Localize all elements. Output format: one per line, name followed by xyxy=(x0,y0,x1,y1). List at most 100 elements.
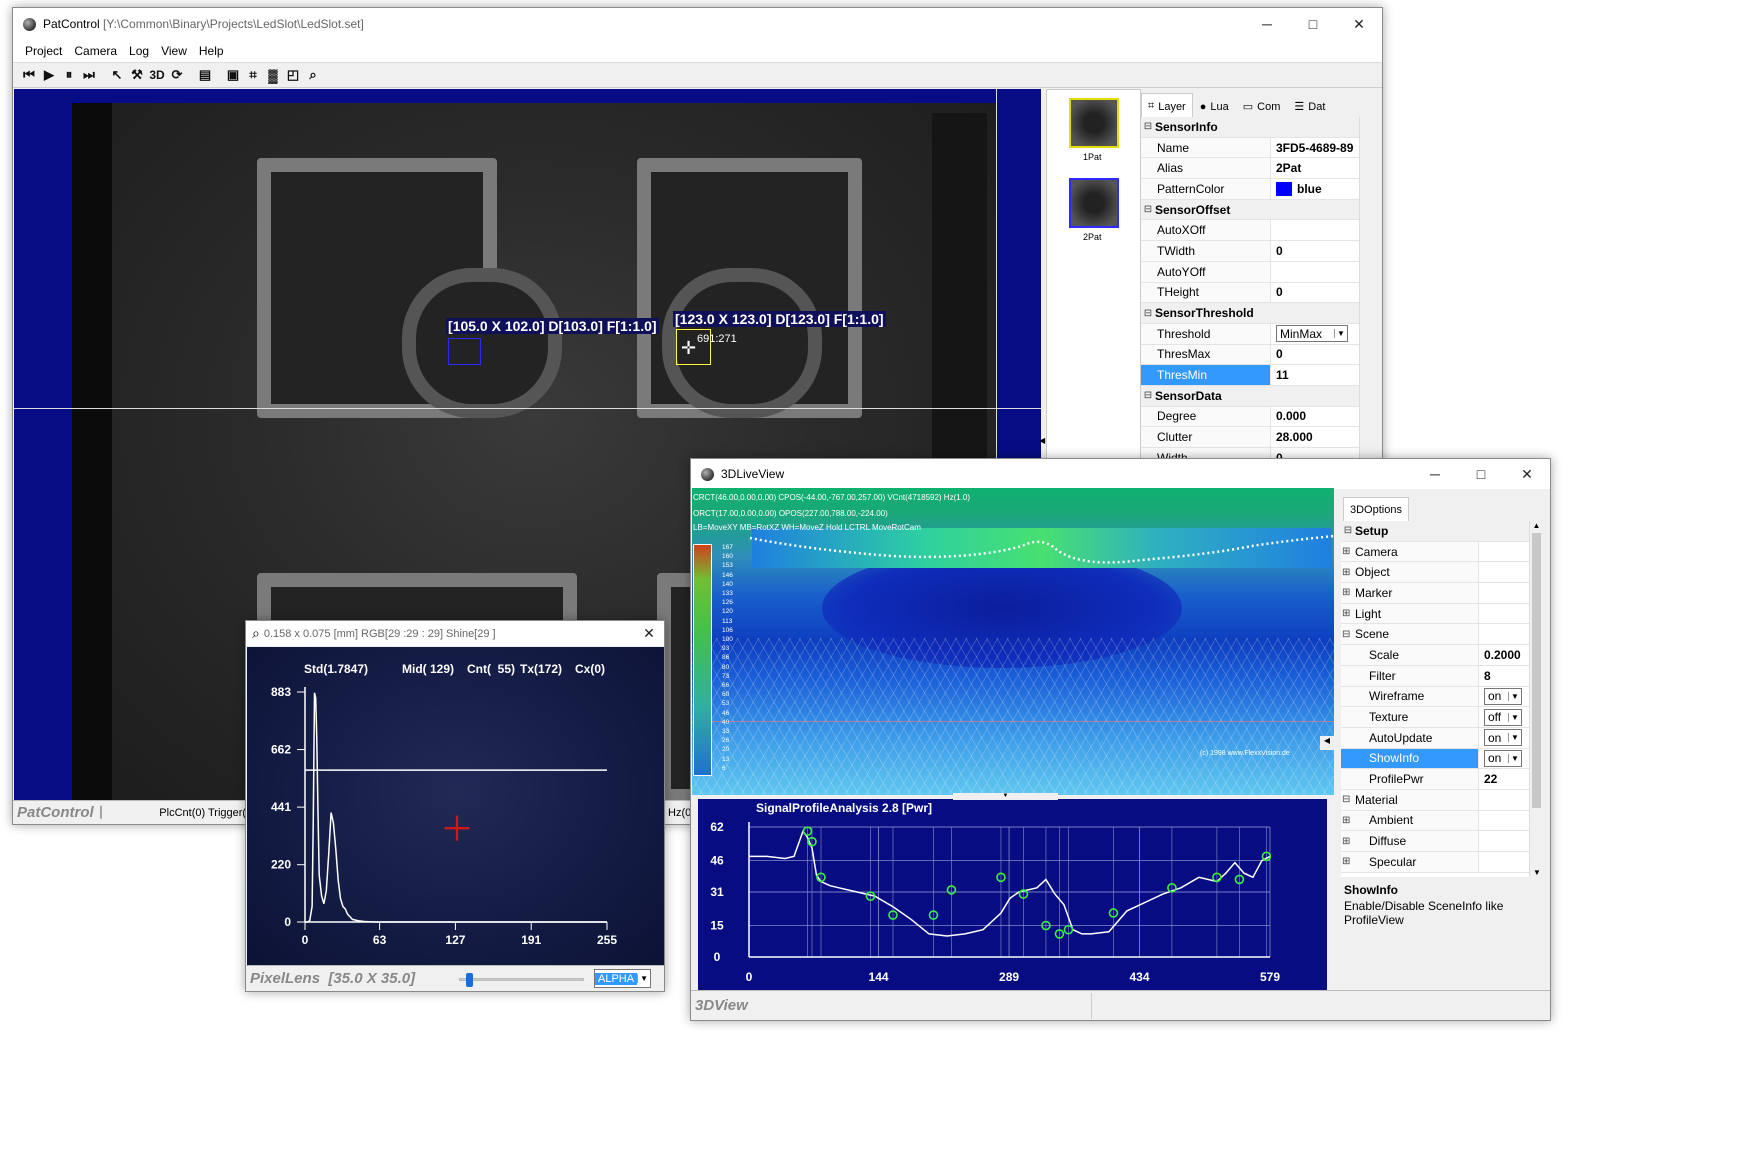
view-collapse-arrow-icon[interactable]: ◀ xyxy=(1320,736,1334,750)
property-row[interactable]: AutoXOff xyxy=(1141,220,1359,242)
play-icon[interactable]: ▶ xyxy=(39,65,59,85)
option-row[interactable]: ⊞ Diffuse xyxy=(1341,831,1529,852)
property-dropdown[interactable]: MinMax ▼ xyxy=(1276,325,1348,343)
option-value-cell[interactable] xyxy=(1479,790,1529,810)
expand-icon[interactable]: ⊞ xyxy=(1342,836,1350,847)
option-value-cell[interactable]: off ▼ xyxy=(1479,707,1529,727)
property-value-cell[interactable]: blue xyxy=(1271,179,1359,199)
option-row[interactable]: Filter 8 xyxy=(1341,665,1529,687)
zoom-slider-thumb[interactable] xyxy=(465,973,473,987)
film-icon[interactable]: ▤ xyxy=(195,65,215,85)
menu-view[interactable]: View xyxy=(155,44,193,58)
property-row[interactable]: AutoYOff xyxy=(1141,261,1359,283)
scroll-up-icon[interactable]: ▲ xyxy=(1530,521,1543,530)
property-category[interactable]: ⊟ SensorThreshold xyxy=(1141,303,1359,324)
option-row[interactable]: ⊞ Light xyxy=(1341,603,1529,625)
property-scrollbar[interactable] xyxy=(1359,117,1373,459)
property-row[interactable]: Threshold MinMax ▼ xyxy=(1141,323,1359,345)
scroll-thumb[interactable] xyxy=(1532,533,1541,808)
expand-icon[interactable]: ⊞ xyxy=(1342,567,1350,578)
option-value-cell[interactable]: 22 xyxy=(1479,769,1529,789)
select-tool-icon[interactable]: ↖ xyxy=(107,65,127,85)
wrench-icon[interactable]: ⚒ xyxy=(127,65,147,85)
property-value-cell[interactable]: 2Pat xyxy=(1271,158,1359,178)
blend-mode-select[interactable]: ALPHA ▼ xyxy=(594,969,652,988)
property-value-cell[interactable]: 0.000 xyxy=(1271,407,1359,427)
thumbnail-2pat[interactable] xyxy=(1069,178,1119,228)
expand-icon[interactable]: ⊞ xyxy=(1342,856,1350,867)
maximize-button[interactable]: □ xyxy=(1290,8,1336,40)
tab-dat[interactable]: ☰ Dat xyxy=(1287,93,1332,119)
menu-log[interactable]: Log xyxy=(123,44,155,58)
pixellens-close-button[interactable]: ✕ xyxy=(634,621,664,646)
expand-icon[interactable]: ⊞ xyxy=(1342,546,1350,557)
expand-icon[interactable]: ⊟ xyxy=(1342,629,1350,640)
option-dropdown[interactable]: on ▼ xyxy=(1484,687,1522,705)
menu-project[interactable]: Project xyxy=(19,44,68,58)
expand-icon[interactable]: ⊟ xyxy=(1342,794,1350,805)
option-row[interactable]: Texture off ▼ xyxy=(1341,707,1529,728)
collapse-icon[interactable]: ⊟ xyxy=(1141,390,1155,401)
expand-icon[interactable]: ⊞ xyxy=(1342,608,1350,619)
property-value-cell[interactable]: 11 xyxy=(1271,365,1359,385)
property-row[interactable]: ThresMax 0 xyxy=(1141,344,1359,366)
collapse-icon[interactable]: ⊟ xyxy=(1141,121,1155,132)
option-value-cell[interactable]: on ▼ xyxy=(1479,749,1529,769)
scroll-down-icon[interactable]: ▼ xyxy=(1530,868,1544,877)
property-value-cell[interactable]: 3FD5-4689-89 xyxy=(1271,138,1359,158)
expand-icon[interactable]: ⊞ xyxy=(1342,587,1350,598)
option-value-cell[interactable] xyxy=(1479,542,1529,562)
property-row[interactable]: TWidth 0 xyxy=(1141,241,1359,262)
option-value-cell[interactable] xyxy=(1479,562,1529,582)
option-value-cell[interactable]: 0.2000 xyxy=(1479,645,1529,665)
property-row[interactable]: PatternColor blue xyxy=(1141,179,1359,200)
crop-icon[interactable]: ⌗ xyxy=(243,65,263,85)
window-icon[interactable]: ◰ xyxy=(283,65,303,85)
property-value-cell[interactable]: 0 xyxy=(1271,241,1359,261)
pattern-box-1[interactable] xyxy=(448,338,481,365)
option-row[interactable]: ProfilePwr 22 xyxy=(1341,769,1529,790)
liveview-maximize-button[interactable]: □ xyxy=(1458,459,1504,489)
property-value-cell[interactable]: MinMax ▼ xyxy=(1271,324,1359,344)
property-category[interactable]: ⊟ SensorInfo xyxy=(1141,117,1359,138)
property-row[interactable]: ThresMin 11 xyxy=(1141,365,1359,386)
property-category[interactable]: ⊟ SensorData xyxy=(1141,385,1359,407)
close-button[interactable]: ✕ xyxy=(1336,8,1382,40)
magnifier-icon[interactable]: ⌕ xyxy=(303,65,323,85)
option-row[interactable]: ⊟ Material xyxy=(1341,789,1529,811)
option-value-cell[interactable]: on ▼ xyxy=(1479,687,1529,707)
option-value-cell[interactable] xyxy=(1479,624,1529,644)
splitter-handle-icon[interactable]: ▼ xyxy=(953,793,1058,800)
property-value-cell[interactable] xyxy=(1271,262,1359,282)
option-value-cell[interactable] xyxy=(1479,811,1529,831)
pixellens-titlebar[interactable]: ⌕ 0.158 x 0.075 [mm] RGB[29 :29 : 29] Sh… xyxy=(246,621,664,646)
option-value-cell[interactable] xyxy=(1479,831,1529,851)
option-value-cell[interactable] xyxy=(1479,604,1529,624)
option-row[interactable]: ⊞ Object xyxy=(1341,562,1529,584)
property-category[interactable]: ⊟ SensorOffset xyxy=(1141,199,1359,221)
3d-render-view[interactable]: CRCT(46.00,0.00,0.00) CPOS(-44.00,-767.0… xyxy=(692,488,1334,795)
tab-lua[interactable]: ● Lua xyxy=(1193,93,1236,119)
property-value-cell[interactable]: 0 xyxy=(1271,283,1359,303)
option-value-cell[interactable] xyxy=(1479,583,1529,603)
menu-help[interactable]: Help xyxy=(193,44,230,58)
option-row[interactable]: ⊞ Camera xyxy=(1341,541,1529,563)
option-row[interactable]: AutoUpdate on ▼ xyxy=(1341,727,1529,749)
option-value-cell[interactable]: 8 xyxy=(1479,666,1529,686)
option-row[interactable]: ⊞ Marker xyxy=(1341,583,1529,604)
tab-com[interactable]: ▭ Com xyxy=(1236,93,1288,119)
option-dropdown[interactable]: on ▼ xyxy=(1484,749,1522,767)
option-row[interactable]: ⊞ Specular xyxy=(1341,852,1529,873)
property-value-cell[interactable]: 0 xyxy=(1271,345,1359,365)
menu-camera[interactable]: Camera xyxy=(68,44,123,58)
minimize-button[interactable]: ─ xyxy=(1244,8,1290,40)
step-forward-icon[interactable]: ⏭ xyxy=(79,65,99,85)
property-value-cell[interactable]: 28.000 xyxy=(1271,427,1359,447)
collapse-icon[interactable]: ⊟ xyxy=(1141,204,1155,215)
property-row[interactable]: Clutter 28.000 xyxy=(1141,427,1359,448)
option-dropdown[interactable]: off ▼ xyxy=(1484,708,1522,726)
property-row[interactable]: Name 3FD5-4689-89 xyxy=(1141,137,1359,159)
property-value-cell[interactable] xyxy=(1271,220,1359,240)
option-row[interactable]: Wireframe on ▼ xyxy=(1341,686,1529,708)
collapse-icon[interactable]: ⊟ xyxy=(1341,525,1355,536)
